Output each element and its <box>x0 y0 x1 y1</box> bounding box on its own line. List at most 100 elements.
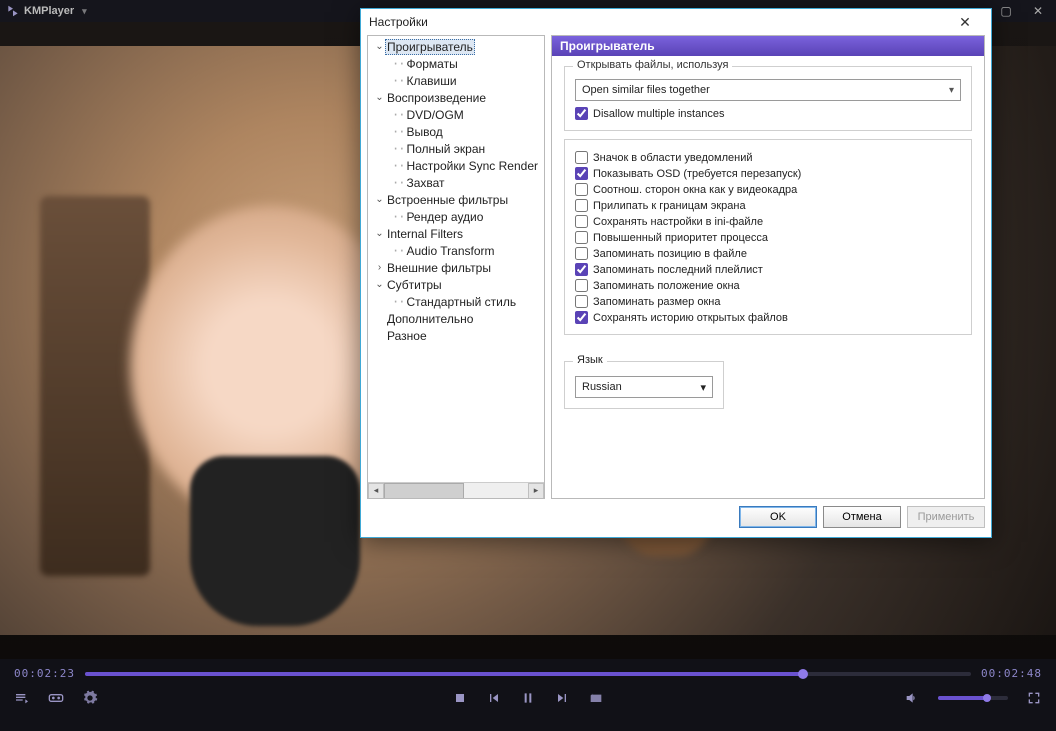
option-label: Запоминать позицию в файле <box>593 248 747 260</box>
tree-item[interactable]: ·· Захват <box>370 174 544 191</box>
volume-icon[interactable] <box>904 690 920 706</box>
tree-item[interactable]: Дополнительно <box>370 310 544 327</box>
option-checkbox[interactable]: Запоминать размер окна <box>575 295 961 308</box>
tree-item[interactable]: ⌄Субтитры <box>370 276 544 293</box>
option-label: Значок в области уведомлений <box>593 152 753 164</box>
tree-item[interactable]: ⌄Воспроизведение <box>370 89 544 106</box>
open-files-group: Открывать файлы, используя Open similar … <box>564 66 972 131</box>
titlebar-menu-chevron-icon[interactable]: ▾ <box>82 6 87 17</box>
dialog-title: Настройки <box>369 15 428 29</box>
option-checkbox[interactable]: Запоминать последний плейлист <box>575 263 961 276</box>
tree-item[interactable]: ⌄Встроенные фильтры <box>370 191 544 208</box>
tree-item[interactable]: ·· Настройки Sync Render <box>370 157 544 174</box>
option-checkbox[interactable]: Показывать OSD (требуется перезапуск) <box>575 167 961 180</box>
time-elapsed: 00:02:23 <box>14 667 75 680</box>
option-label: Прилипать к границам экрана <box>593 200 746 212</box>
play-logo-icon <box>6 4 20 18</box>
option-label: Повышенный приоритет процесса <box>593 232 768 244</box>
scroll-left-button[interactable]: ◂ <box>368 483 384 499</box>
tree-item[interactable]: ·· Рендер аудио <box>370 208 544 225</box>
disallow-multiple-label: Disallow multiple instances <box>593 108 724 120</box>
option-checkbox[interactable]: Сохранять историю открытых файлов <box>575 311 961 324</box>
scroll-right-button[interactable]: ▸ <box>528 483 544 499</box>
settings-tree[interactable]: ⌄Проигрыватель·· Форматы·· Клавиши⌄Воспр… <box>367 35 545 499</box>
option-checkbox[interactable]: Повышенный приоритет процесса <box>575 231 961 244</box>
dialog-close-button[interactable]: ✕ <box>947 10 983 34</box>
next-button[interactable] <box>554 690 570 706</box>
tree-item[interactable]: ·· Полный экран <box>370 140 544 157</box>
panel-header: Проигрыватель <box>552 36 984 56</box>
tree-item[interactable]: ⌄Проигрыватель <box>370 38 544 55</box>
option-checkbox[interactable]: Запоминать положение окна <box>575 279 961 292</box>
option-checkbox[interactable]: Запоминать позицию в файле <box>575 247 961 260</box>
pause-button[interactable] <box>520 690 536 706</box>
settings-panel: Проигрыватель Открывать файлы, используя… <box>551 35 985 499</box>
window-maximize-button[interactable]: ▢ <box>994 2 1018 20</box>
seek-bar[interactable] <box>85 672 971 676</box>
option-label: Показывать OSD (требуется перезапуск) <box>593 168 801 180</box>
chevron-down-icon: ▾ <box>700 381 706 394</box>
volume-slider[interactable] <box>938 696 1008 700</box>
ok-button[interactable]: OK <box>739 506 817 528</box>
tree-item-label: Встроенные фильтры <box>385 193 510 207</box>
chevron-down-icon: ⌄ <box>374 41 385 52</box>
chevron-down-icon: ▾ <box>949 85 954 96</box>
apply-button[interactable]: Применить <box>907 506 985 528</box>
tree-horizontal-scrollbar[interactable]: ◂ ▸ <box>368 482 544 498</box>
tree-item[interactable]: ·· Audio Transform <box>370 242 544 259</box>
time-total: 00:02:48 <box>981 667 1042 680</box>
chevron-down-icon: ⌄ <box>374 228 385 239</box>
option-label: Запоминать положение окна <box>593 280 740 292</box>
tree-item-label: Рендер аудио <box>404 210 485 224</box>
chevron-right-icon: › <box>374 262 385 273</box>
tree-item[interactable]: Разное <box>370 327 544 344</box>
tree-item-label: Internal Filters <box>385 227 465 241</box>
tree-item-label: Полный экран <box>404 142 487 156</box>
chevron-down-icon: ⌄ <box>374 279 385 290</box>
tree-item-label: Внешние фильтры <box>385 261 493 275</box>
tree-item-label: Воспроизведение <box>385 91 488 105</box>
language-combo-value: Russian <box>582 381 622 393</box>
option-checkbox[interactable]: Соотнош. сторон окна как у видеокадра <box>575 183 961 196</box>
language-group: Язык Russian ▾ <box>564 361 724 409</box>
dialog-footer: OK Отмена Применить <box>367 503 985 531</box>
open-files-combo[interactable]: Open similar files together ▾ <box>575 79 961 101</box>
fullscreen-icon[interactable] <box>1026 690 1042 706</box>
tree-item-label: Вывод <box>404 125 444 139</box>
option-checkbox[interactable]: Прилипать к границам экрана <box>575 199 961 212</box>
player-options-group: Значок в области уведомлений Показывать O… <box>564 139 972 335</box>
settings-gear-icon[interactable] <box>82 690 98 706</box>
option-checkbox[interactable]: Сохранять настройки в ini-файле <box>575 215 961 228</box>
tree-item[interactable]: ·· Вывод <box>370 123 544 140</box>
option-label: Сохранять историю открытых файлов <box>593 312 788 324</box>
tree-item[interactable]: ›Внешние фильтры <box>370 259 544 276</box>
disallow-multiple-checkbox[interactable]: Disallow multiple instances <box>575 107 961 120</box>
tree-item[interactable]: ⌄Internal Filters <box>370 225 544 242</box>
settings-dialog: Настройки ✕ ⌄Проигрыватель·· Форматы·· К… <box>360 8 992 538</box>
chevron-down-icon: ⌄ <box>374 194 385 205</box>
language-combo[interactable]: Russian ▾ <box>575 376 713 398</box>
cancel-button[interactable]: Отмена <box>823 506 901 528</box>
tree-item[interactable]: ·· Клавиши <box>370 72 544 89</box>
tree-item-label: DVD/OGM <box>404 108 465 122</box>
playlist-icon[interactable] <box>14 690 30 706</box>
tree-item[interactable]: ·· Форматы <box>370 55 544 72</box>
dialog-titlebar[interactable]: Настройки ✕ <box>361 9 991 35</box>
stop-button[interactable] <box>452 690 468 706</box>
open-button[interactable] <box>588 690 604 706</box>
tree-item-label: Стандартный стиль <box>404 295 518 309</box>
open-files-legend: Открывать файлы, используя <box>573 59 732 71</box>
language-legend: Язык <box>573 354 607 366</box>
vr-icon[interactable] <box>48 690 64 706</box>
tree-item-label: Настройки Sync Render <box>404 159 540 173</box>
window-close-button[interactable]: ✕ <box>1026 2 1050 20</box>
app-title: KMPlayer <box>24 5 74 17</box>
option-checkbox[interactable]: Значок в области уведомлений <box>575 151 961 164</box>
option-label: Запоминать последний плейлист <box>593 264 763 276</box>
prev-button[interactable] <box>486 690 502 706</box>
tree-item[interactable]: ·· Стандартный стиль <box>370 293 544 310</box>
open-files-combo-value: Open similar files together <box>582 84 710 96</box>
tree-item[interactable]: ·· DVD/OGM <box>370 106 544 123</box>
option-label: Соотнош. сторон окна как у видеокадра <box>593 184 797 196</box>
tree-item-label: Audio Transform <box>404 244 496 258</box>
